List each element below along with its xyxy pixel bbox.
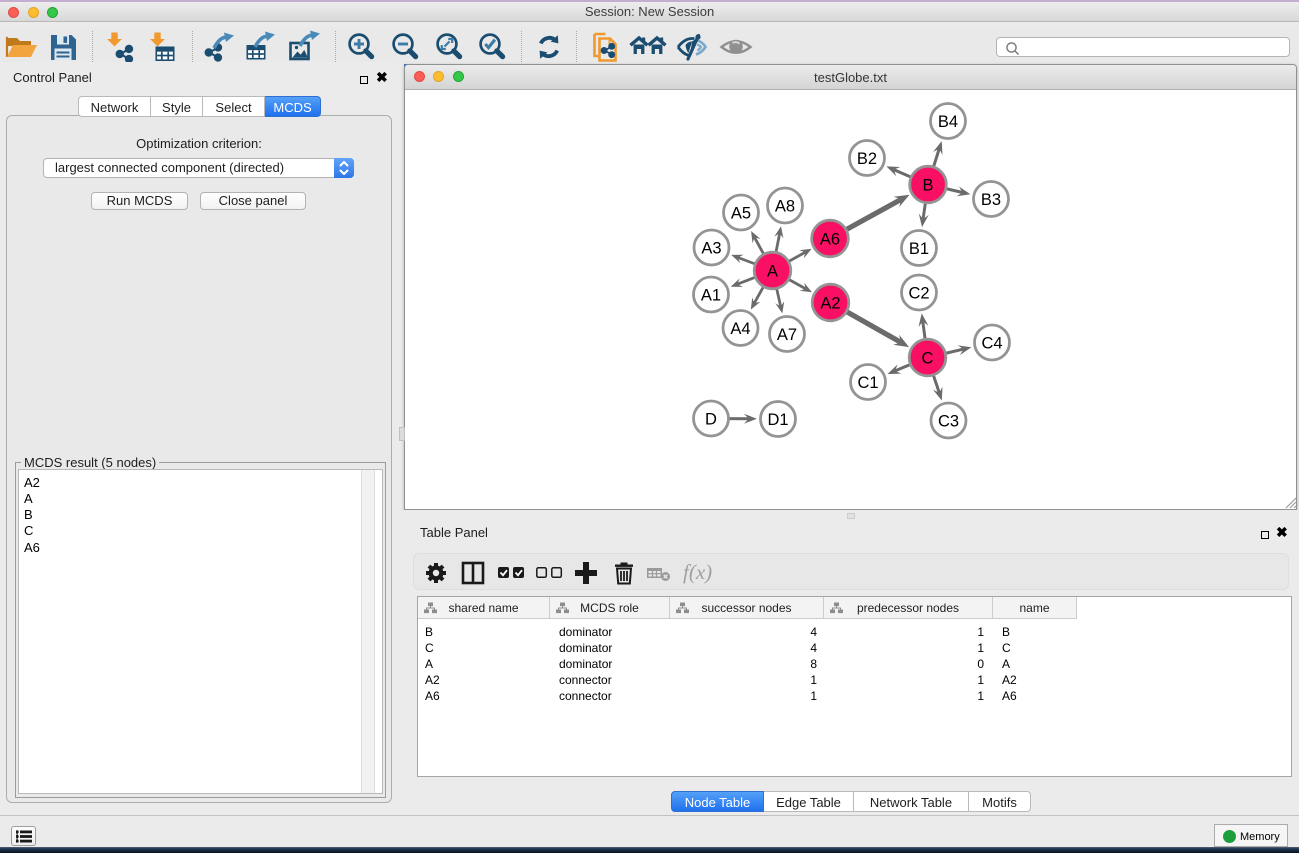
svg-text:A2: A2 [820, 294, 840, 312]
svg-text:A: A [767, 262, 778, 280]
svg-text:A3: A3 [701, 239, 721, 257]
svg-text:D1: D1 [767, 411, 788, 429]
svg-text:D: D [705, 410, 717, 428]
svg-text:A4: A4 [730, 320, 750, 338]
svg-text:B: B [922, 176, 933, 194]
svg-text:C3: C3 [938, 412, 959, 430]
svg-text:A6: A6 [820, 230, 840, 248]
svg-text:C2: C2 [908, 284, 929, 302]
svg-text:B4: B4 [938, 113, 958, 131]
svg-text:A8: A8 [775, 197, 795, 215]
svg-text:C4: C4 [981, 334, 1002, 352]
svg-text:C1: C1 [857, 374, 878, 392]
svg-text:A5: A5 [731, 204, 751, 222]
svg-text:A1: A1 [701, 286, 721, 304]
svg-text:B1: B1 [909, 240, 929, 258]
svg-text:B3: B3 [981, 191, 1001, 209]
svg-text:A7: A7 [777, 326, 797, 344]
svg-text:C: C [922, 349, 934, 367]
svg-text:B2: B2 [857, 150, 877, 168]
